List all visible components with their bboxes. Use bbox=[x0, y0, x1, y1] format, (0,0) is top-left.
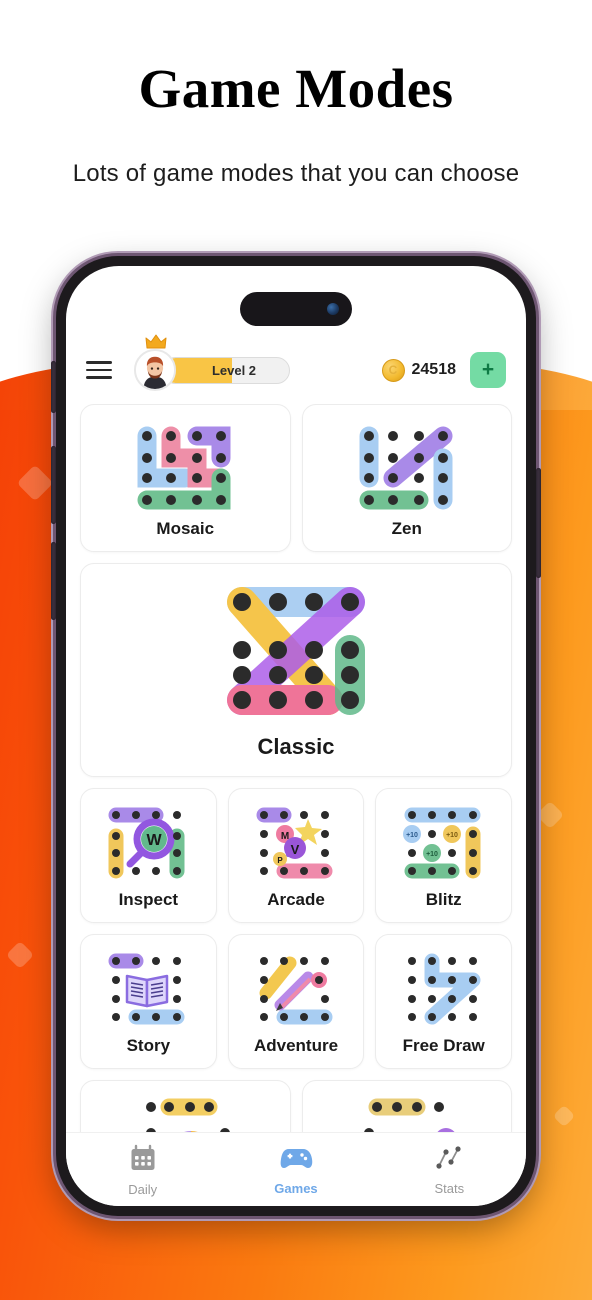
coin-icon: C bbox=[381, 358, 405, 382]
nav-label: Daily bbox=[128, 1181, 158, 1197]
game-row-featured: Classic bbox=[80, 563, 512, 777]
classic-art bbox=[220, 582, 372, 724]
hamburger-icon[interactable] bbox=[86, 361, 112, 379]
game-card-story[interactable]: Story bbox=[80, 934, 217, 1069]
game-card-zen[interactable]: Zen bbox=[301, 404, 512, 552]
phone-side-button bbox=[51, 361, 56, 413]
game-card-title: Story bbox=[126, 1036, 171, 1055]
inspect-art: W bbox=[104, 803, 192, 883]
phone-screen: Level 2 C 24518 + Mosaic Zen Classic W I… bbox=[66, 266, 526, 1206]
gauge-art bbox=[133, 1093, 237, 1132]
app-header: Level 2 C 24518 + bbox=[66, 334, 526, 396]
game-card-title: Zen bbox=[391, 518, 422, 538]
game-card-title: Classic bbox=[257, 734, 335, 759]
phone-mockup: Level 2 C 24518 + Mosaic Zen Classic W I… bbox=[51, 256, 541, 1216]
game-row-low: Story Adventure Free Draw bbox=[80, 934, 513, 1069]
controller-art bbox=[355, 1093, 459, 1132]
game-card-adventure[interactable]: Adventure bbox=[227, 934, 365, 1069]
blitz-badge: +10 bbox=[426, 851, 438, 858]
game-row-mid: W Inspect M V P Arcade +10 +10 +10 Blitz bbox=[80, 788, 513, 923]
game-card-classic[interactable]: Classic bbox=[80, 563, 512, 777]
phone-side-button bbox=[51, 542, 56, 620]
dynamic-island bbox=[240, 292, 352, 326]
game-modes-list[interactable]: Mosaic Zen Classic W Inspect M V P Arcad… bbox=[66, 404, 526, 1132]
game-card-inspect[interactable]: W Inspect bbox=[80, 788, 217, 923]
game-card-blitz[interactable]: +10 +10 +10 Blitz bbox=[375, 788, 513, 923]
game-card-title: Blitz bbox=[425, 890, 462, 909]
nav-item-daily[interactable]: Daily bbox=[66, 1143, 219, 1197]
avatar[interactable] bbox=[134, 349, 176, 391]
blitz-art: +10 +10 +10 bbox=[400, 803, 488, 883]
nav-item-games[interactable]: Games bbox=[219, 1144, 372, 1196]
add-coins-button[interactable]: + bbox=[470, 352, 506, 388]
arcade-bubble-letter: P bbox=[277, 856, 283, 865]
game-card-partial-controller[interactable] bbox=[301, 1080, 512, 1132]
game-card-title: Inspect bbox=[118, 890, 179, 909]
coin-balance: C 24518 + bbox=[381, 352, 506, 388]
bottom-navigation: Daily Games Stats bbox=[66, 1132, 526, 1206]
adventure-art bbox=[252, 949, 340, 1029]
blitz-badge: +10 bbox=[406, 832, 418, 839]
arcade-art: M V P bbox=[252, 803, 340, 883]
game-card-free-draw[interactable]: Free Draw bbox=[375, 934, 513, 1069]
game-row-top: Mosaic Zen bbox=[80, 404, 512, 552]
crown-icon bbox=[145, 334, 167, 354]
game-card-title: Adventure bbox=[253, 1036, 339, 1055]
page-subtitle: Lots of game modes that you can choose bbox=[72, 160, 520, 187]
mosaic-art bbox=[133, 420, 237, 512]
phone-power-button bbox=[536, 468, 541, 578]
game-row-partial bbox=[80, 1080, 512, 1132]
nav-label: Stats bbox=[434, 1180, 465, 1196]
page-title: Game Modes bbox=[138, 58, 454, 119]
game-card-title: Mosaic bbox=[156, 518, 215, 538]
gamepad-icon bbox=[279, 1144, 313, 1177]
zen-art bbox=[355, 420, 459, 512]
game-card-partial-gauge[interactable] bbox=[80, 1080, 291, 1132]
phone-side-button bbox=[51, 446, 56, 524]
free-draw-art bbox=[400, 949, 488, 1029]
story-art bbox=[104, 949, 192, 1029]
nav-item-stats[interactable]: Stats bbox=[373, 1144, 526, 1196]
game-card-mosaic[interactable]: Mosaic bbox=[80, 404, 291, 552]
chart-scatter-icon bbox=[434, 1144, 464, 1177]
ruler-icon bbox=[259, 956, 297, 1000]
level-indicator[interactable]: Level 2 bbox=[134, 334, 290, 391]
game-card-title: Free Draw bbox=[402, 1036, 485, 1055]
coin-count: 24518 bbox=[411, 361, 457, 378]
camera-lens-icon bbox=[327, 303, 339, 315]
nav-label: Games bbox=[274, 1180, 318, 1196]
level-progress-bar: Level 2 bbox=[162, 356, 290, 384]
calendar-icon bbox=[128, 1143, 158, 1178]
game-card-title: Arcade bbox=[267, 890, 325, 909]
book-icon bbox=[126, 974, 169, 1008]
level-label: Level 2 bbox=[211, 362, 257, 378]
arcade-bubble-letter: V bbox=[291, 842, 300, 857]
inspect-badge-letter: W bbox=[147, 832, 163, 849]
game-card-arcade[interactable]: M V P Arcade bbox=[227, 788, 365, 923]
blitz-badge: +10 bbox=[446, 832, 458, 839]
